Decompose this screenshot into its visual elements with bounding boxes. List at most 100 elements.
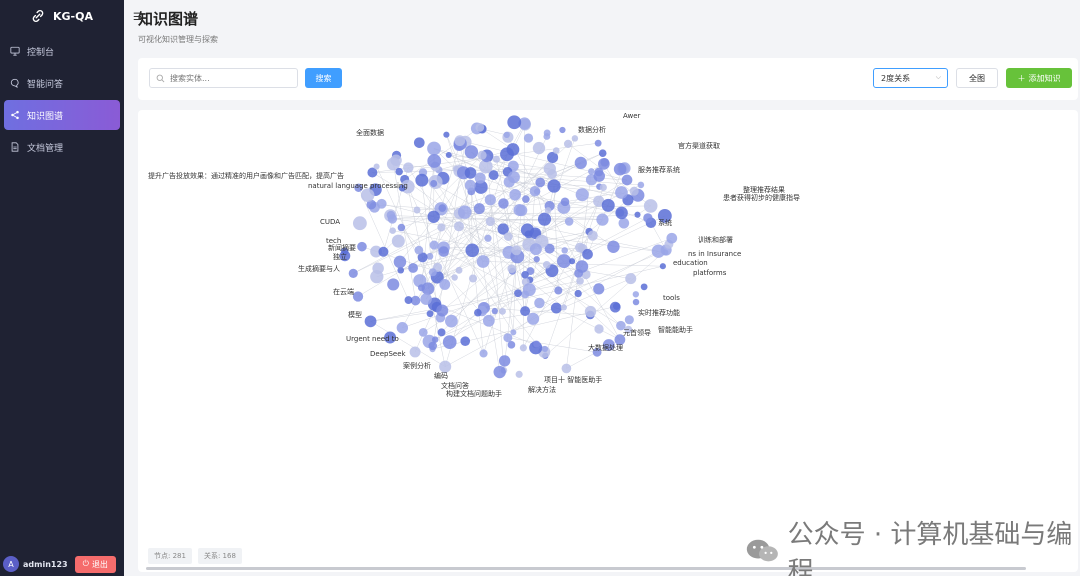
graph-node-label: 编码 bbox=[434, 371, 448, 380]
graph-node bbox=[455, 266, 463, 274]
add-knowledge-button[interactable]: ＋ 添加知识 bbox=[1006, 68, 1072, 88]
graph-node bbox=[468, 274, 478, 283]
avatar[interactable]: A bbox=[3, 556, 19, 572]
graph-node bbox=[542, 260, 551, 269]
graph-node bbox=[499, 307, 506, 315]
graph-node bbox=[445, 151, 452, 159]
graph-canvas[interactable]: 提升广告投放效果：通过精准的用户画像和广告匹配，提高广告 官方渠道获取 数据分析 整理… bbox=[138, 110, 1078, 572]
sidebar-item-qa[interactable]: 智能问答 bbox=[4, 68, 120, 98]
graph-node bbox=[357, 241, 367, 252]
graph-node bbox=[427, 154, 442, 168]
graph-node bbox=[457, 205, 472, 219]
graph-node bbox=[503, 333, 513, 343]
graph-node-label: Awer bbox=[623, 112, 641, 120]
graph-node-label: 大数据处理 bbox=[588, 343, 623, 352]
graph-node bbox=[403, 162, 414, 173]
graph-node bbox=[479, 349, 488, 358]
graph-node bbox=[464, 167, 477, 179]
relation-count: 关系: 168 bbox=[197, 548, 242, 564]
graph-node bbox=[532, 141, 546, 155]
graph-node bbox=[559, 126, 566, 134]
graph-node bbox=[621, 174, 633, 186]
graph-edge bbox=[490, 214, 638, 222]
graph-node-label: DeepSeek bbox=[370, 350, 407, 358]
graph-node-label: 新闻摘要 bbox=[328, 243, 356, 252]
graph-node bbox=[352, 216, 367, 231]
graph-node bbox=[507, 340, 516, 349]
graph-node bbox=[503, 131, 510, 139]
main-content: 知识图谱 ☰ 可视化知识管理与探索 搜索 2度关系 ⌵ 全图 ＋ 添加知识 提升… bbox=[124, 0, 1080, 576]
search-button[interactable]: 搜索 bbox=[305, 68, 342, 88]
graph-node bbox=[503, 232, 513, 241]
brand: KG-QA bbox=[0, 0, 124, 32]
graph-node bbox=[426, 252, 434, 260]
graph-node-label: 案例分析 bbox=[403, 361, 431, 370]
graph-node bbox=[477, 150, 487, 160]
sidebar-item-knowledge-graph[interactable]: 知识图谱 bbox=[4, 100, 120, 130]
sidebar-item-documents[interactable]: 文档管理 bbox=[4, 132, 120, 162]
search-input[interactable] bbox=[170, 73, 290, 83]
full-graph-button[interactable]: 全图 bbox=[956, 68, 998, 88]
graph-node bbox=[651, 244, 666, 258]
graph-node bbox=[613, 302, 621, 310]
knowledge-graph-svg[interactable]: 提升广告投放效果：通过精准的用户画像和广告匹配，提高广告 官方渠道获取 数据分析整理… bbox=[138, 110, 1078, 572]
sidebar-item-dashboard[interactable]: 控制台 bbox=[4, 36, 120, 66]
username: admin123 bbox=[23, 559, 68, 569]
power-icon: ⏻ bbox=[82, 559, 89, 568]
chevron-down-icon: ⌵ bbox=[935, 73, 941, 81]
graph-node bbox=[429, 240, 439, 250]
graph-node bbox=[397, 223, 406, 232]
graph-node bbox=[588, 168, 595, 175]
graph-node bbox=[360, 188, 375, 202]
graph-node bbox=[439, 279, 451, 290]
logout-label: 退出 bbox=[91, 559, 108, 569]
wechat-icon bbox=[746, 539, 778, 562]
graph-node-label: 数据分析 bbox=[578, 125, 606, 134]
graph-edge bbox=[471, 191, 473, 251]
graph-node bbox=[601, 198, 615, 212]
graph-node bbox=[442, 335, 457, 349]
graph-node bbox=[510, 329, 517, 336]
graph-node bbox=[396, 322, 409, 334]
graph-node bbox=[475, 122, 485, 132]
graph-node bbox=[437, 223, 446, 232]
graph-node bbox=[594, 139, 602, 147]
graph-node-label: 模型 bbox=[348, 310, 362, 319]
relation-depth-select[interactable]: 2度关系 ⌵ bbox=[873, 68, 948, 88]
graph-node bbox=[465, 243, 480, 258]
sidebar-nav: 控制台 智能问答 知识图谱 文档管理 bbox=[0, 36, 124, 162]
graph-node bbox=[576, 277, 584, 285]
graph-node-label: 元首领导 bbox=[623, 328, 651, 337]
graph-node bbox=[613, 162, 627, 176]
graph-node bbox=[484, 194, 496, 206]
graph-node bbox=[493, 365, 506, 379]
chat-icon bbox=[10, 78, 19, 88]
graph-node bbox=[387, 214, 398, 224]
graph-node bbox=[393, 255, 407, 269]
graph-node bbox=[521, 270, 529, 279]
graph-node-label: 独立 bbox=[333, 252, 347, 261]
graph-node bbox=[437, 328, 446, 337]
graph-node bbox=[404, 296, 413, 304]
graph-node bbox=[492, 155, 500, 163]
graph-node bbox=[485, 216, 495, 227]
graph-node-label: 项目十 智能医助手 bbox=[544, 375, 602, 384]
graph-node bbox=[507, 264, 517, 274]
monitor-icon bbox=[10, 46, 20, 56]
graph-node bbox=[408, 263, 418, 273]
graph-node bbox=[560, 197, 570, 207]
add-knowledge-label: 添加知识 bbox=[1028, 73, 1061, 83]
graph-node-label: 在云端 bbox=[333, 287, 354, 296]
graph-node-label: 智能能助手 bbox=[658, 325, 693, 334]
graph-node bbox=[634, 211, 641, 218]
sidebar-item-label: 智能问答 bbox=[27, 79, 64, 90]
menu-collapse-icon[interactable]: ☰ bbox=[133, 12, 142, 23]
graph-node bbox=[594, 324, 604, 334]
graph-node bbox=[550, 302, 562, 314]
graph-edge bbox=[525, 249, 667, 312]
graph-node bbox=[600, 157, 610, 167]
graph-node bbox=[625, 273, 637, 285]
graph-node bbox=[498, 355, 511, 367]
logout-button[interactable]: ⏻ 退出 bbox=[74, 555, 116, 573]
graph-node bbox=[618, 217, 630, 229]
